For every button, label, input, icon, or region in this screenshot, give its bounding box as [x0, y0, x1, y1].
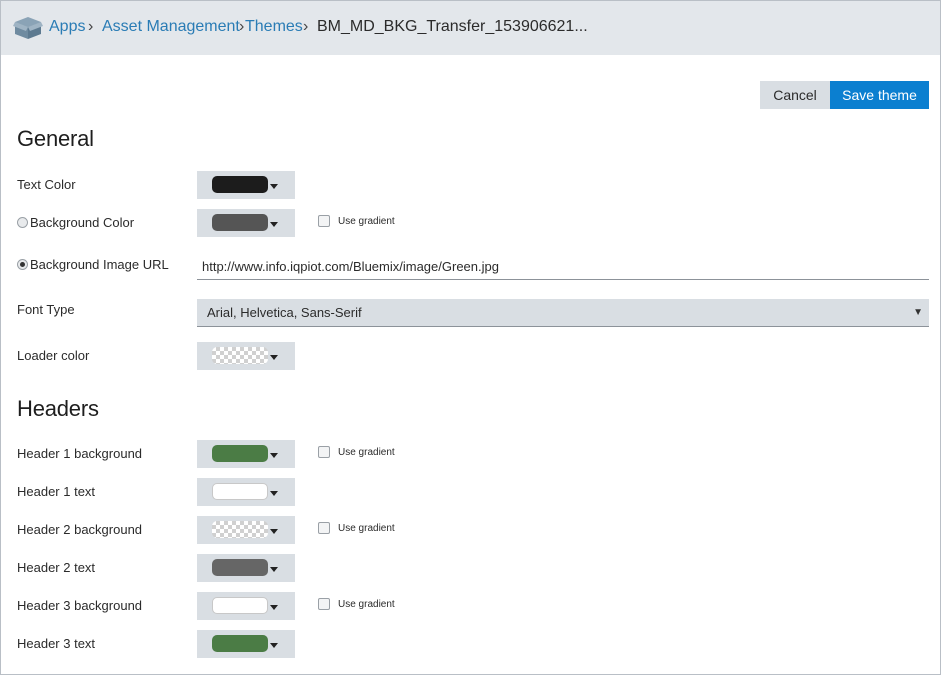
font-type-label: Font Type	[17, 302, 75, 317]
header-2-text-label: Header 2 text	[17, 560, 96, 575]
use-gradient-option[interactable]: Use gradient	[318, 522, 395, 534]
section-title-general: General	[17, 126, 94, 151]
background-image-label: Background Image URL	[30, 257, 169, 272]
header-3-text-label: Header 3 text	[17, 636, 96, 651]
loader-color-label: Loader color	[17, 348, 90, 363]
caret-down-icon	[270, 453, 278, 458]
checkbox[interactable]	[318, 446, 330, 458]
text-color-picker[interactable]	[197, 171, 295, 199]
header-1-text-label: Header 1 text	[17, 484, 96, 499]
checkbox[interactable]	[318, 215, 330, 227]
header-2-text-picker[interactable]	[197, 554, 295, 582]
background-color-picker[interactable]	[197, 209, 295, 237]
color-swatch	[212, 214, 268, 231]
triangle-down-icon: ▼	[913, 307, 923, 318]
use-gradient-option[interactable]: Use gradient	[318, 446, 395, 458]
text-color-label: Text Color	[17, 177, 76, 192]
header-1-background-picker[interactable]	[197, 440, 295, 468]
color-swatch	[212, 597, 268, 614]
box-icon[interactable]	[13, 16, 43, 40]
use-gradient-label: Use gradient	[338, 522, 395, 534]
radio-button[interactable]	[17, 259, 28, 270]
breadcrumb-current: BM_MD_BKG_Transfer_153906621...	[317, 18, 588, 35]
background-image-option[interactable]: Background Image URL	[17, 257, 169, 272]
breadcrumb-separator: ›	[303, 18, 309, 35]
breadcrumb-bar: Apps › Asset Management › Themes › BM_MD…	[1, 1, 940, 55]
checkbox[interactable]	[318, 522, 330, 534]
loader-color-picker[interactable]	[197, 342, 295, 370]
use-gradient-label: Use gradient	[338, 446, 395, 458]
section-title-headers: Headers	[17, 396, 99, 421]
caret-down-icon	[270, 529, 278, 534]
header-1-background-label: Header 1 background	[17, 446, 143, 461]
caret-down-icon	[270, 184, 278, 189]
cancel-button[interactable]: Cancel	[760, 81, 830, 109]
color-swatch-transparent	[212, 521, 268, 538]
color-swatch	[212, 483, 268, 500]
caret-down-icon	[270, 222, 278, 227]
use-gradient-option[interactable]: Use gradient	[318, 215, 395, 227]
breadcrumb-separator: ›	[239, 18, 245, 35]
header-3-background-label: Header 3 background	[17, 598, 143, 613]
use-gradient-option[interactable]: Use gradient	[318, 598, 395, 610]
header-2-background-picker[interactable]	[197, 516, 295, 544]
background-image-url-input[interactable]	[197, 254, 929, 280]
use-gradient-label: Use gradient	[338, 598, 395, 610]
radio-button[interactable]	[17, 217, 28, 228]
checkbox[interactable]	[318, 598, 330, 610]
font-type-value: Arial, Helvetica, Sans-Serif	[207, 305, 362, 320]
header-3-background-picker[interactable]	[197, 592, 295, 620]
header-3-text-picker[interactable]	[197, 630, 295, 658]
background-color-label: Background Color	[30, 215, 135, 230]
breadcrumb-apps[interactable]: Apps	[49, 18, 85, 36]
caret-down-icon	[270, 491, 278, 496]
save-theme-button[interactable]: Save theme	[830, 81, 929, 109]
caret-down-icon	[270, 605, 278, 610]
header-1-text-picker[interactable]	[197, 478, 295, 506]
breadcrumb-asset-management[interactable]: Asset Management	[102, 18, 240, 36]
caret-down-icon	[270, 643, 278, 648]
color-swatch	[212, 445, 268, 462]
caret-down-icon	[270, 355, 278, 360]
use-gradient-label: Use gradient	[338, 215, 395, 227]
breadcrumb-separator: ›	[88, 18, 94, 35]
header-2-background-label: Header 2 background	[17, 522, 143, 537]
breadcrumb-themes[interactable]: Themes	[245, 18, 303, 36]
color-swatch	[212, 635, 268, 652]
color-swatch	[212, 176, 268, 193]
font-type-select[interactable]: Arial, Helvetica, Sans-Serif ▼	[197, 299, 929, 327]
background-color-option[interactable]: Background Color	[17, 215, 134, 230]
color-swatch-transparent	[212, 347, 268, 364]
caret-down-icon	[270, 567, 278, 572]
color-swatch	[212, 559, 268, 576]
